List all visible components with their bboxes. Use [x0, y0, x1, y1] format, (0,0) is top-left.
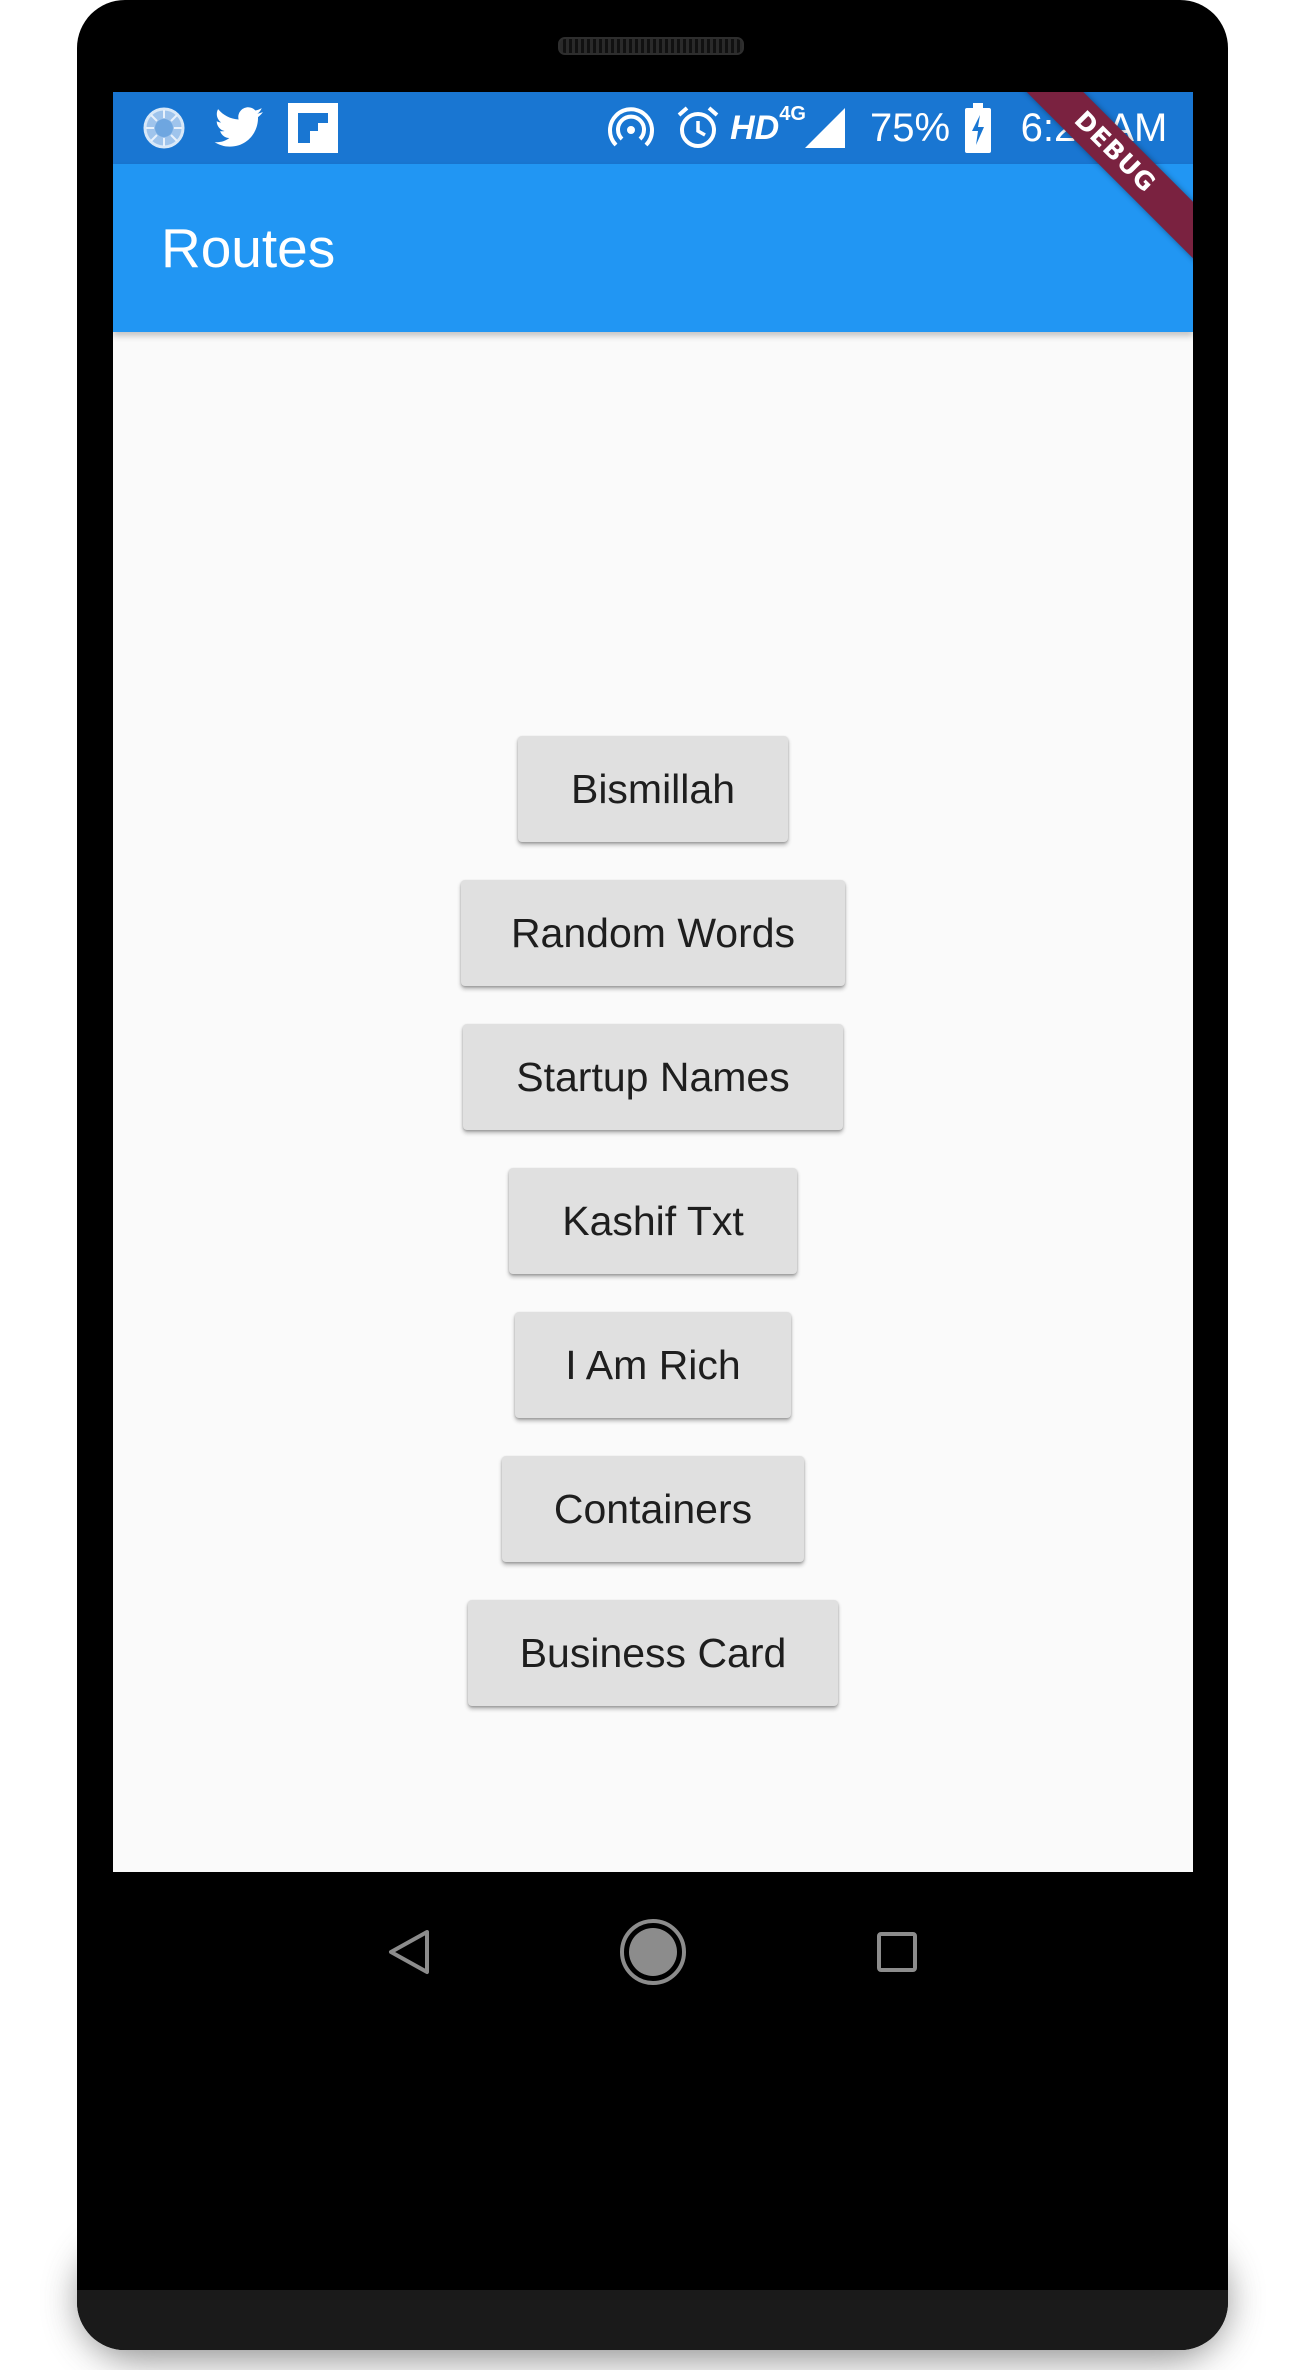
route-button-business-card[interactable]: Business Card — [468, 1600, 838, 1706]
phone-frame: HD 4G 75% Routes DEBUG Bismillah Random … — [77, 0, 1228, 2350]
route-button-bismillah[interactable]: Bismillah — [518, 736, 788, 842]
route-button-list: Bismillah Random Words Startup Names Kas… — [113, 92, 1193, 1872]
back-icon[interactable] — [349, 1872, 469, 2032]
route-button-startup-names[interactable]: Startup Names — [463, 1024, 843, 1130]
earpiece-speaker — [558, 37, 744, 55]
page: HD 4G 75% Routes DEBUG Bismillah Random … — [0, 0, 1305, 2370]
navigation-bar — [113, 1872, 1193, 2032]
home-icon[interactable] — [593, 1872, 713, 2032]
recents-icon[interactable] — [837, 1872, 957, 2032]
route-button-kashif-txt[interactable]: Kashif Txt — [509, 1168, 797, 1274]
route-button-i-am-rich[interactable]: I Am Rich — [515, 1312, 791, 1418]
route-button-random-words[interactable]: Random Words — [461, 880, 845, 986]
phone-bottom-edge — [77, 2290, 1228, 2350]
route-button-containers[interactable]: Containers — [502, 1456, 804, 1562]
screen: HD 4G 75% Routes DEBUG Bismillah Random … — [113, 92, 1193, 1872]
